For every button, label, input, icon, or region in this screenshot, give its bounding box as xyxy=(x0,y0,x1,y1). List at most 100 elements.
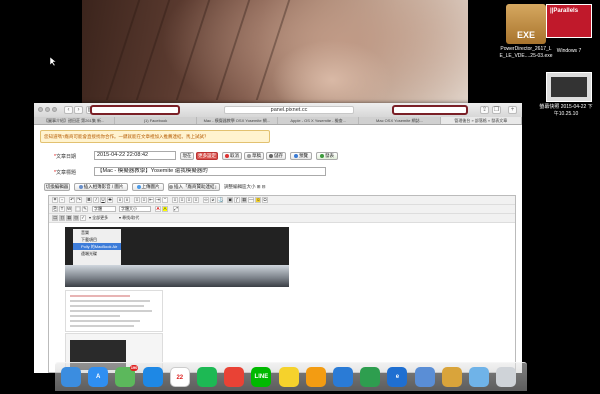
outdent-icon[interactable]: ⇤ xyxy=(148,197,154,203)
code-icon[interactable]: ▨ xyxy=(73,215,79,221)
screenshot-file-icon[interactable] xyxy=(546,72,592,102)
align-center-icon[interactable]: ≡ xyxy=(179,197,185,203)
link-icon[interactable]: ∞ xyxy=(203,197,209,203)
promo-notice[interactable]: 您知道嗎?廠商可能會直接找你合作。一鍵就能在文章裡加入推薦連結。馬上試試？ xyxy=(40,130,270,143)
italic-icon[interactable]: I xyxy=(93,197,99,203)
post-image-finder-menu[interactable]: 音樂 下載項目 Polly 的MacBook Air 遠端光碟 xyxy=(65,227,289,287)
bold-icon[interactable]: B xyxy=(86,197,92,203)
style-toolbar: ⎘ T W ⬚ ✎ 字體 字體大小 A A ⤢ xyxy=(49,205,515,214)
browser-tab[interactable]: (1) Facebook xyxy=(115,117,197,124)
browser-tab-active[interactable]: 管理後台 » 部落格 » 發表文章 xyxy=(440,117,522,124)
now-button[interactable]: 現在 xyxy=(180,152,194,160)
photos-icon[interactable] xyxy=(305,367,326,387)
superscript-icon[interactable]: x xyxy=(124,197,130,203)
quote-icon[interactable]: “ xyxy=(162,197,168,203)
special-char-icon[interactable]: Ω xyxy=(262,197,268,203)
grid-icon[interactable]: ▦ xyxy=(66,215,72,221)
calendar-icon[interactable]: 22 xyxy=(169,367,190,387)
back-button[interactable]: ‹ xyxy=(64,106,73,114)
strikethrough-icon[interactable]: S xyxy=(107,197,113,203)
undo-icon[interactable]: ↶ xyxy=(69,197,75,203)
font-size-select[interactable]: 字體大小 xyxy=(119,206,151,212)
new-page-icon[interactable]: ▫ xyxy=(59,197,65,203)
paste-text-icon[interactable]: T xyxy=(59,206,65,212)
finder-icon[interactable] xyxy=(61,367,81,387)
align-right-icon[interactable]: ≡ xyxy=(186,197,192,203)
publish-button[interactable]: 發表 xyxy=(316,152,338,160)
table-icon[interactable]: ▦ xyxy=(241,197,247,203)
source-icon[interactable]: ⌗ xyxy=(52,197,58,203)
date-input[interactable]: 2015-04-22 22:08:42 xyxy=(94,151,176,160)
insert-media-button[interactable]: 插入相簿影音 / 圖片 xyxy=(74,183,128,191)
select-all-icon[interactable]: ⬚ xyxy=(75,206,81,212)
spellcheck-icon[interactable]: ✓ xyxy=(80,215,86,221)
redo-icon[interactable]: ↷ xyxy=(76,197,82,203)
folder-icon[interactable] xyxy=(469,367,489,387)
template-icon[interactable]: ▥ xyxy=(59,215,65,221)
unlink-icon[interactable]: ⌀ xyxy=(210,197,216,203)
post-image-page-screenshot[interactable] xyxy=(65,290,163,332)
browser-tab[interactable]: Mac OSX Yosemite 網誌... xyxy=(359,117,441,124)
ie-icon[interactable]: e xyxy=(387,367,408,387)
hr-icon[interactable]: — xyxy=(248,197,254,203)
line-icon[interactable]: LINE xyxy=(251,367,272,387)
maximize-icon[interactable]: ⤢ xyxy=(173,206,179,212)
windows-icon[interactable] xyxy=(333,367,353,387)
upload-icon xyxy=(136,184,141,189)
justify-icon[interactable]: ≡ xyxy=(193,197,199,203)
font-family-select[interactable]: 字體 xyxy=(92,206,116,212)
numbered-list-icon[interactable]: ≡ xyxy=(134,197,140,203)
draft-button[interactable]: 草稿 xyxy=(244,152,264,160)
messages-icon[interactable]: 190 xyxy=(115,365,139,387)
paste-icon[interactable]: ⎘ xyxy=(52,206,58,212)
game-character-icon[interactable] xyxy=(441,367,462,387)
exe-file-icon[interactable]: EXE xyxy=(506,4,546,44)
align-left-icon[interactable]: ≡ xyxy=(172,197,178,203)
minimize-window-button[interactable] xyxy=(45,107,50,112)
resize-editor-label[interactable]: 調整編輯區大小 ⊞ ⊟ xyxy=(224,184,266,190)
upload-image-button[interactable]: 上傳圖片 xyxy=(132,183,164,191)
flash-icon[interactable]: ƒ xyxy=(234,197,240,203)
app-icon[interactable] xyxy=(414,367,435,387)
post-editor[interactable]: ⌗ ▫ ↶ ↷ B I U S x x ≡ ≡ ⇤ ⇥ “ ≡ ≡ ≡ ≡ ∞ … xyxy=(48,195,516,373)
save-button[interactable]: 儲存 xyxy=(266,152,286,160)
text-color-icon[interactable]: A xyxy=(155,206,161,212)
app-store-icon[interactable]: A xyxy=(88,367,109,387)
close-window-button[interactable] xyxy=(38,107,43,112)
parallels-vm-icon[interactable]: ||Parallels xyxy=(546,4,592,38)
bullet-list-icon[interactable]: ≡ xyxy=(141,197,147,203)
switch-editor-button[interactable]: 切換編輯器 xyxy=(44,183,70,191)
smiley-icon[interactable]: ☺ xyxy=(255,197,261,203)
anchor-icon[interactable]: ⚓ xyxy=(217,197,224,203)
find-replace-label[interactable]: ▾ 尋找/取代 xyxy=(119,215,139,221)
minions-icon[interactable] xyxy=(278,367,299,387)
more-all-label[interactable]: ▾ 全部更多 xyxy=(89,215,108,221)
browser-tab[interactable]: 【圖事介紹】甜田莊 第261集 新... xyxy=(34,117,116,124)
insert-sponsor-link-button[interactable]: 插入「廠商贊助連結」 xyxy=(168,183,220,191)
forward-button[interactable]: › xyxy=(74,106,83,114)
zoom-window-button[interactable] xyxy=(52,107,57,112)
spotify-icon[interactable] xyxy=(197,367,217,387)
show-blocks-icon[interactable]: ▤ xyxy=(52,215,58,221)
indent-icon[interactable]: ⇥ xyxy=(155,197,161,203)
underline-icon[interactable]: U xyxy=(100,197,106,203)
new-tab-button[interactable]: + xyxy=(508,106,517,114)
chrome-icon[interactable] xyxy=(224,367,245,387)
subscript-icon[interactable]: x xyxy=(117,197,123,203)
share-button[interactable]: ⇪ xyxy=(480,106,489,114)
numbers-icon[interactable] xyxy=(360,367,381,387)
trash-icon[interactable] xyxy=(496,367,517,387)
image-icon[interactable]: ▣ xyxy=(227,197,233,203)
title-input[interactable]: 【Mac - 模擬器教學】Yosemite 還我模擬器的 xyxy=(94,167,326,176)
more-settings-button[interactable]: 更多設定 xyxy=(196,152,218,160)
preview-button[interactable]: 預覽 xyxy=(290,152,312,160)
browser-tab[interactable]: Mac - 模擬器教學 OSX Yosemite 網... xyxy=(197,117,278,124)
paste-word-icon[interactable]: W xyxy=(66,206,72,212)
address-bar[interactable]: panel.pixnet.cc xyxy=(224,106,354,114)
cancel-button[interactable]: 取消 xyxy=(222,152,242,160)
browser-tab[interactable]: Apple - OS X Yosemite - 檢查... xyxy=(278,117,360,124)
safari-icon[interactable] xyxy=(142,367,163,387)
remove-format-icon[interactable]: ✎ xyxy=(82,206,88,212)
tabs-overview-button[interactable]: ❐ xyxy=(492,106,501,114)
highlight-color-icon[interactable]: A xyxy=(162,206,168,212)
